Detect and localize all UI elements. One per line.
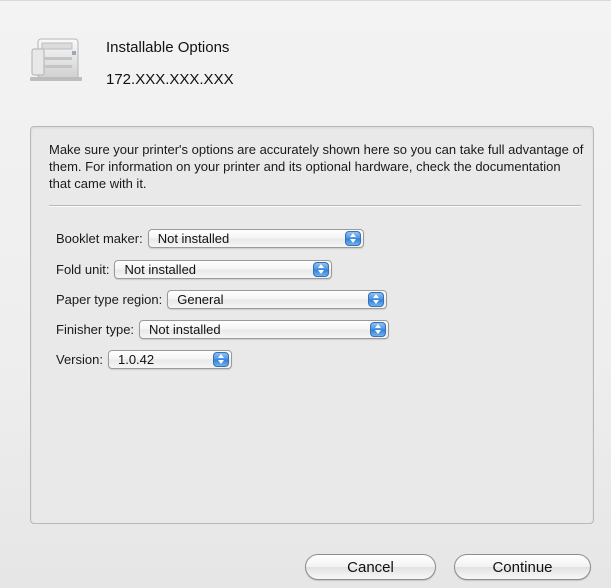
up-down-arrows-icon bbox=[370, 321, 387, 337]
option-row-booklet-maker: Booklet maker: Not installed bbox=[56, 227, 364, 249]
divider bbox=[49, 205, 581, 207]
version-value: 1.0.42 bbox=[117, 351, 155, 367]
up-down-arrows-icon bbox=[313, 261, 330, 277]
printer-address: 172.XXX.XXX.XXX bbox=[106, 71, 234, 88]
paper-type-region-value: General bbox=[177, 291, 224, 307]
finisher-type-popup[interactable]: Not installed bbox=[139, 319, 390, 339]
booklet-maker-value: Not installed bbox=[157, 230, 230, 246]
cancel-button[interactable]: Cancel bbox=[305, 554, 436, 580]
option-row-fold-unit: Fold unit: Not installed bbox=[56, 258, 333, 280]
printer-icon bbox=[30, 38, 82, 81]
up-down-arrows-icon bbox=[212, 351, 229, 367]
up-down-arrows-icon bbox=[344, 230, 361, 246]
fold-unit-popup[interactable]: Not installed bbox=[114, 259, 333, 279]
installable-options-sheet: Installable Options 172.XXX.XXX.XXX Make… bbox=[0, 0, 611, 588]
finisher-type-value: Not installed bbox=[149, 321, 221, 337]
booklet-maker-label: Booklet maker: bbox=[56, 230, 143, 246]
continue-button[interactable]: Continue bbox=[454, 554, 591, 580]
option-row-finisher-type: Finisher type: Not installed bbox=[56, 318, 390, 340]
version-popup[interactable]: 1.0.42 bbox=[107, 349, 232, 369]
version-label: Version: bbox=[56, 351, 103, 367]
dialog-title: Installable Options bbox=[106, 39, 230, 56]
paper-type-region-popup[interactable]: General bbox=[167, 289, 388, 309]
booklet-maker-popup[interactable]: Not installed bbox=[147, 228, 364, 248]
fold-unit-value: Not installed bbox=[124, 261, 197, 277]
paper-type-region-label: Paper type region: bbox=[56, 291, 163, 307]
options-description: Make sure your printer's options are acc… bbox=[49, 142, 584, 191]
option-row-paper-type-region: Paper type region: General bbox=[56, 288, 388, 310]
sheet-header: Installable Options 172.XXX.XXX.XXX bbox=[28, 31, 588, 101]
options-panel: Make sure your printer's options are acc… bbox=[30, 126, 594, 524]
up-down-arrows-icon bbox=[368, 291, 385, 307]
option-row-version: Version: 1.0.42 bbox=[56, 348, 232, 370]
finisher-type-label: Finisher type: bbox=[56, 321, 135, 337]
fold-unit-label: Fold unit: bbox=[56, 261, 110, 277]
